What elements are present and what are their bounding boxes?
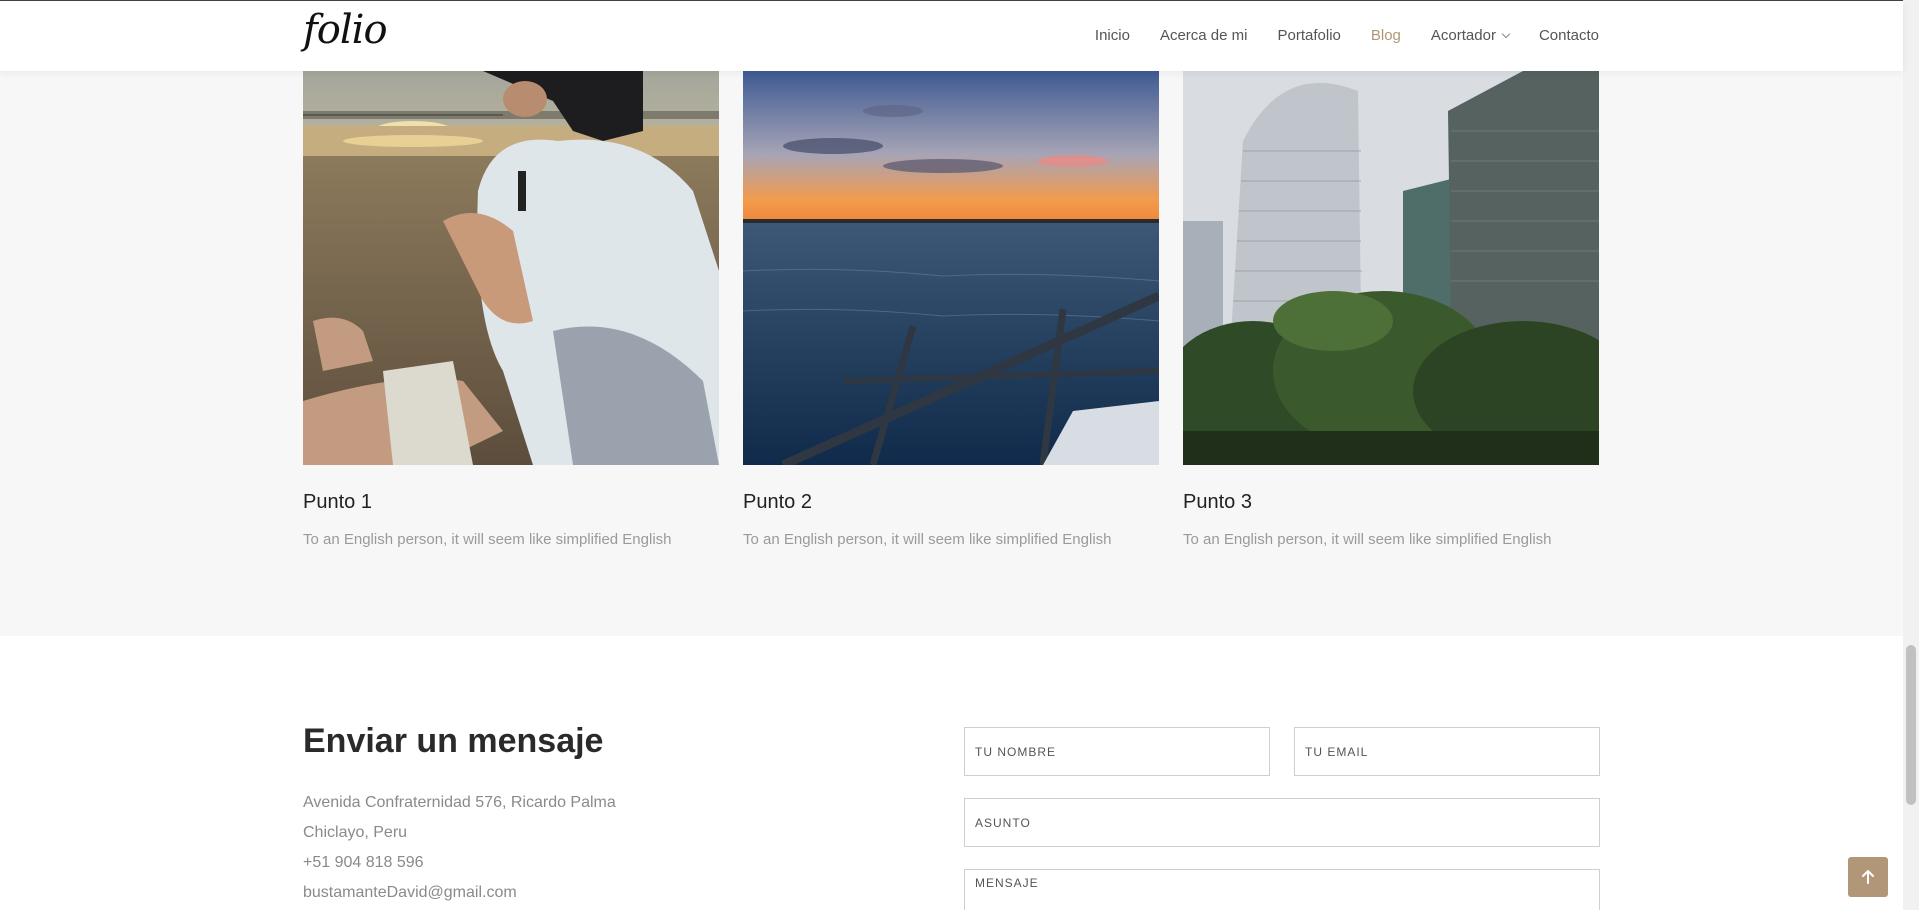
nav-blog[interactable]: Blog <box>1371 27 1401 44</box>
card-title[interactable]: Punto 3 <box>1183 491 1252 514</box>
contact-email[interactable]: bustamanteDavid@gmail.com <box>303 884 517 902</box>
name-field[interactable] <box>964 727 1270 776</box>
card-title[interactable]: Punto 2 <box>743 491 812 514</box>
nav-acortador[interactable]: Acortador <box>1430 27 1511 44</box>
message-field[interactable] <box>964 869 1600 910</box>
nav-contacto[interactable]: Contacto <box>1539 27 1599 44</box>
blog-gallery-section: Punto 1 To an English person, it will se… <box>0 71 1903 636</box>
site-header: folio Inicio Acerca de mi Portafolio Blo… <box>0 1 1903 71</box>
blog-card-3[interactable]: Punto 3 To an English person, it will se… <box>1183 71 1599 548</box>
contact-heading: Enviar un mensaje <box>303 722 604 760</box>
contact-phone: +51 904 818 596 <box>303 854 424 871</box>
nav-inicio[interactable]: Inicio <box>1095 27 1130 44</box>
back-to-top-button[interactable] <box>1848 857 1888 897</box>
contact-address-line1: Avenida Confraternidad 576, Ricardo Palm… <box>303 794 616 811</box>
sunset-sea-photo[interactable] <box>743 71 1159 465</box>
site-logo[interactable]: folio <box>303 7 388 53</box>
blog-card-2[interactable]: Punto 2 To an English person, it will se… <box>743 71 1159 548</box>
card-description: To an English person, it will seem like … <box>1183 531 1552 548</box>
scrollbar-thumb[interactable] <box>1906 645 1916 805</box>
card-description: To an English person, it will seem like … <box>303 531 672 548</box>
card-description: To an English person, it will seem like … <box>743 531 1112 548</box>
skyscrapers-photo[interactable] <box>1183 71 1599 465</box>
blog-card-1[interactable]: Punto 1 To an English person, it will se… <box>303 71 719 548</box>
subject-field[interactable] <box>964 798 1600 847</box>
main-nav: Inicio Acerca de mi Portafolio Blog Acor… <box>1095 27 1599 44</box>
email-field[interactable] <box>1294 727 1600 776</box>
page-scrollbar[interactable] <box>1903 0 1919 910</box>
arrow-up-icon <box>1862 870 1874 884</box>
nav-acerca-de-mi[interactable]: Acerca de mi <box>1160 27 1248 44</box>
nav-portafolio[interactable]: Portafolio <box>1278 27 1341 44</box>
card-title[interactable]: Punto 1 <box>303 491 372 514</box>
beach-photographer-photo[interactable] <box>303 71 719 465</box>
chevron-down-icon <box>1501 29 1511 38</box>
nav-acortador-label: Acortador <box>1430 27 1496 44</box>
contact-address-line2: Chiclayo, Peru <box>303 824 408 841</box>
